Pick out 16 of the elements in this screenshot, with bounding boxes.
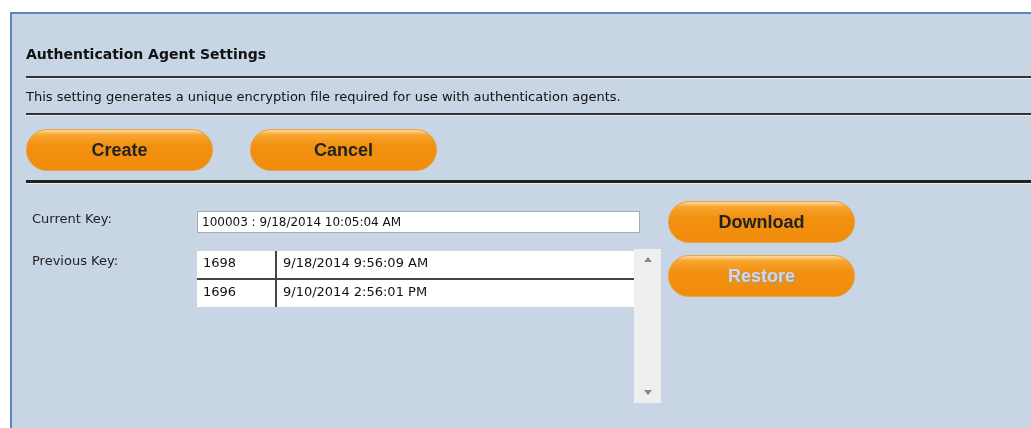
scrollbar[interactable] xyxy=(634,249,661,403)
cancel-button[interactable]: Cancel xyxy=(250,129,437,171)
scroll-up-icon[interactable] xyxy=(643,257,652,262)
download-button[interactable]: Download xyxy=(668,201,855,243)
description-text: This setting generates a unique encryption file required for use with authentication agents. xyxy=(26,89,621,104)
key-row[interactable]: 1698 9/18/2014 9:56:09 AM xyxy=(197,251,634,278)
field-label: Current Key: xyxy=(32,211,112,226)
table-cell: 1696 xyxy=(197,280,277,307)
key-row[interactable]: 1696 9/10/2014 2:56:01 PM xyxy=(197,278,634,307)
current-key-field[interactable]: 100003 : 9/18/2014 10:05:04 AM xyxy=(197,211,640,233)
panel-title: Authentication Agent Settings xyxy=(26,46,267,62)
table-cell-text: 9/18/2014 9:56:09 AM xyxy=(282,254,430,272)
field-label: Previous Key: xyxy=(32,253,119,268)
table-cell-text: 9/10/2014 2:56:01 PM xyxy=(282,283,429,301)
scroll-down-icon[interactable] xyxy=(643,390,652,395)
create-button[interactable]: Create xyxy=(26,129,213,171)
